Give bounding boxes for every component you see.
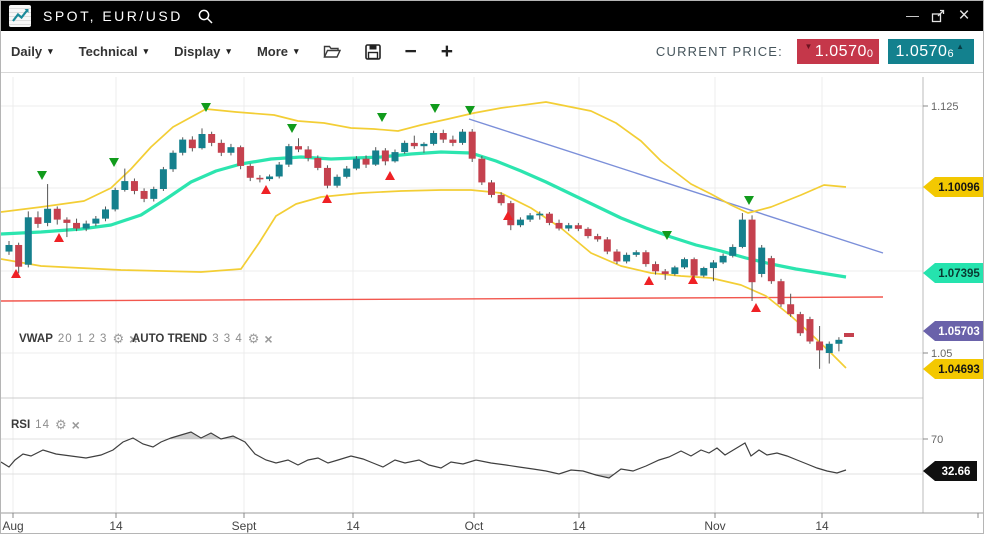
price-chart-canvas[interactable]: 1.1251.0570Aug14Sept14Oct14Nov141.100961… <box>1 73 984 534</box>
gear-icon[interactable]: ⚙ <box>55 417 67 433</box>
svg-text:1.05703: 1.05703 <box>938 326 980 338</box>
svg-text:Nov: Nov <box>704 519 725 533</box>
vwap-indicator-label: VWAP 20 1 2 3 ⚙ × <box>19 331 137 347</box>
gear-icon[interactable]: ⚙ <box>248 331 260 347</box>
chevron-down-icon: ▾ <box>48 46 53 57</box>
title-bar: SPOT, EUR/USD — × <box>1 1 983 31</box>
zoom-in-icon[interactable]: + <box>441 42 453 62</box>
save-icon[interactable] <box>365 44 381 60</box>
svg-text:Aug: Aug <box>2 519 23 533</box>
current-price-label: CURRENT PRICE: <box>656 44 783 59</box>
bid-price-button[interactable]: ▼ 1.0570 0 <box>797 39 879 64</box>
app-logo-icon <box>9 5 31 27</box>
trade-signals <box>11 103 761 312</box>
svg-text:Sept: Sept <box>232 519 257 533</box>
svg-text:32.66: 32.66 <box>942 466 971 478</box>
menu-more[interactable]: More ▾ <box>257 44 299 59</box>
open-folder-icon[interactable] <box>323 44 341 59</box>
svg-text:14: 14 <box>815 519 829 533</box>
gear-icon[interactable]: ⚙ <box>112 331 124 347</box>
minimize-button[interactable]: — <box>899 1 925 31</box>
svg-text:1.125: 1.125 <box>931 101 959 113</box>
chevron-down-icon: ▾ <box>294 46 299 57</box>
menu-display[interactable]: Display ▾ <box>174 44 231 59</box>
zoom-out-icon[interactable]: − <box>405 42 417 62</box>
restore-button[interactable] <box>925 1 951 31</box>
svg-text:14: 14 <box>572 519 586 533</box>
svg-text:1.10096: 1.10096 <box>938 182 980 194</box>
close-icon[interactable]: × <box>264 331 272 347</box>
price-down-icon: ▼ <box>805 42 813 51</box>
auto-trend-indicator-label: AUTO TREND 3 3 4 ⚙ × <box>132 331 273 347</box>
svg-text:Oct: Oct <box>465 519 484 533</box>
svg-text:70: 70 <box>931 434 943 446</box>
menu-technical[interactable]: Technical ▾ <box>79 44 149 59</box>
rsi-indicator-label: RSI 14 ⚙ × <box>11 417 80 433</box>
close-button[interactable]: × <box>951 1 977 31</box>
search-icon[interactable] <box>197 8 214 25</box>
bid-value: 1.0570 <box>815 43 867 61</box>
ask-value: 1.0570 <box>896 43 948 61</box>
svg-text:1.04693: 1.04693 <box>938 364 980 376</box>
chevron-down-icon: ▾ <box>144 46 149 57</box>
axes: 1.125 1.05 70 Aug 14 Sept 14 Oct 14 Nov 14 <box>1 77 984 533</box>
menu-daily[interactable]: Daily ▾ <box>11 44 53 59</box>
close-icon[interactable]: × <box>72 417 80 433</box>
chevron-down-icon: ▾ <box>226 46 231 57</box>
window-title: SPOT, EUR/USD <box>43 8 183 24</box>
bid-pip: 0 <box>867 48 874 60</box>
ask-price-button[interactable]: 1.0570 6 ▲ <box>888 39 974 64</box>
price-up-icon: ▲ <box>956 42 964 51</box>
svg-text:1.07395: 1.07395 <box>938 268 980 280</box>
svg-text:14: 14 <box>109 519 123 533</box>
toolbar: Daily ▾ Technical ▾ Display ▾ More ▾ <box>1 31 983 73</box>
ask-pip: 6 <box>947 48 954 60</box>
trading-app-window: SPOT, EUR/USD — × Daily ▾ Technical ▾ <box>0 0 984 534</box>
svg-text:14: 14 <box>346 519 360 533</box>
svg-text:1.05: 1.05 <box>931 348 952 360</box>
